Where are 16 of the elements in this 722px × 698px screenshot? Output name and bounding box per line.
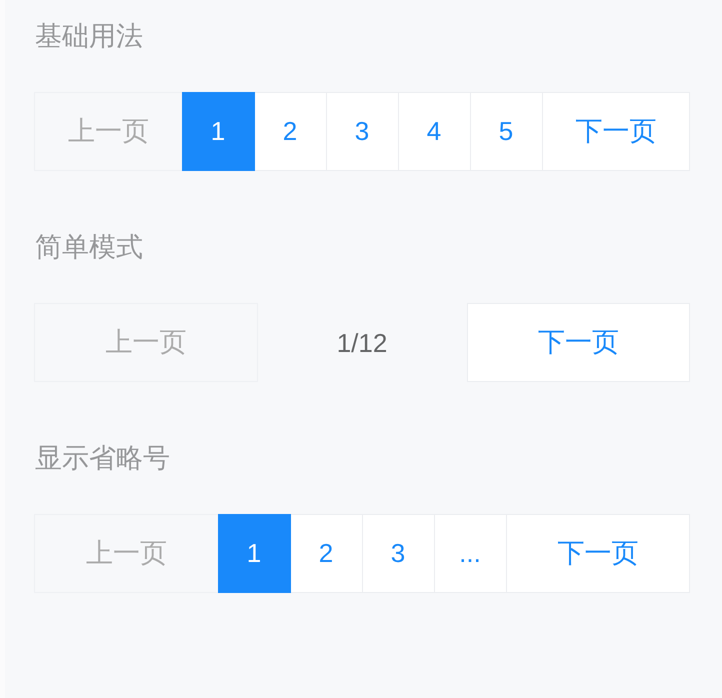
section-title: 简单模式	[35, 231, 144, 264]
page-button[interactable]: 2	[290, 514, 362, 593]
next-page-button[interactable]: 下一页	[506, 514, 690, 593]
page-button[interactable]: 2	[254, 92, 326, 171]
page-button[interactable]: 1	[182, 92, 254, 171]
section-title: 显示省略号	[35, 442, 171, 475]
page-button[interactable]: 4	[398, 92, 470, 171]
page-button[interactable]: 3	[326, 92, 398, 171]
next-page-button[interactable]: 下一页	[542, 92, 690, 171]
section-title: 基础用法	[35, 20, 144, 53]
page-button[interactable]: 3	[362, 514, 434, 593]
page-button[interactable]: 5	[470, 92, 542, 171]
next-page-button[interactable]: 下一页	[466, 303, 690, 382]
page-button[interactable]: 1	[218, 514, 290, 593]
page-indicator: 1/12	[336, 326, 388, 358]
page-button[interactable]: ...	[434, 514, 506, 593]
